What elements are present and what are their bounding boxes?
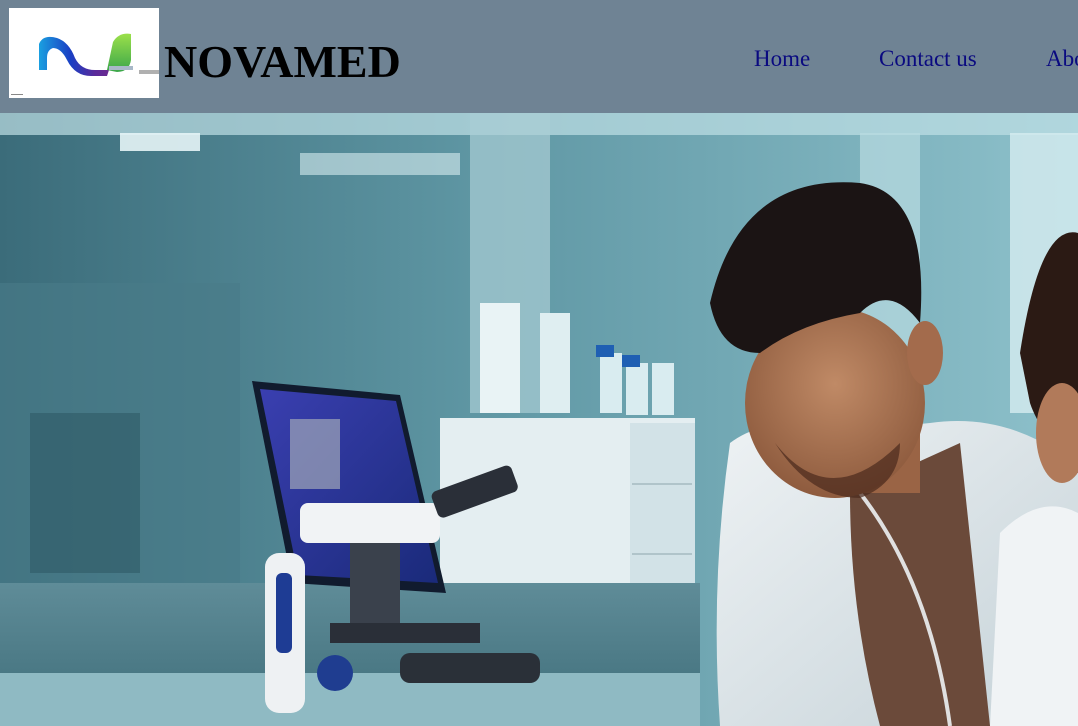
lab-scientists-photo — [0, 113, 1078, 726]
nav-home[interactable]: Home — [754, 45, 810, 73]
nav-about[interactable]: Abo — [1046, 45, 1078, 73]
nav-contact-us[interactable]: Contact us — [879, 45, 977, 73]
main-nav: Home Contact us Abo — [0, 45, 1078, 75]
hero-image — [0, 113, 1078, 726]
site-header: NOVAMED Home Contact us Abo — [0, 0, 1078, 113]
